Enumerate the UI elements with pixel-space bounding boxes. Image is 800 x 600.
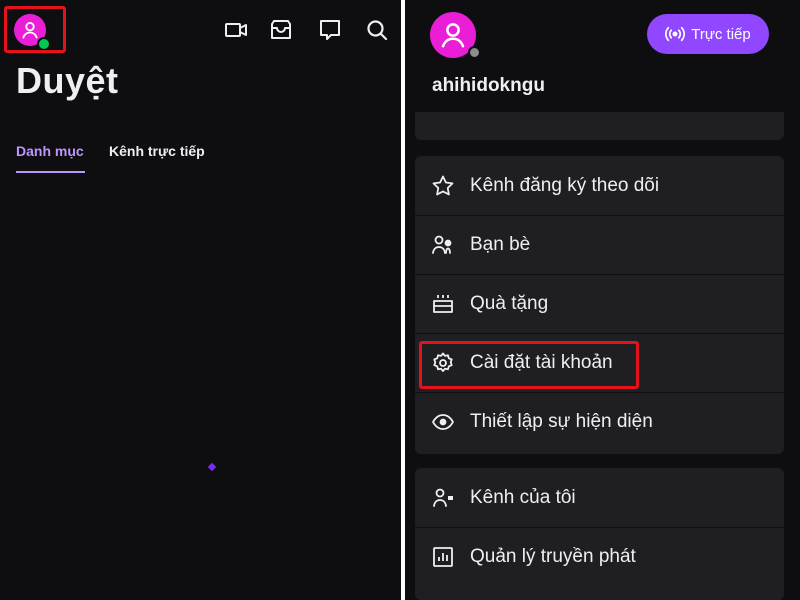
eye-icon bbox=[432, 414, 454, 430]
friends-icon bbox=[432, 235, 452, 254]
chat-icon[interactable] bbox=[318, 18, 342, 42]
inbox-icon[interactable] bbox=[269, 18, 293, 42]
search-icon[interactable] bbox=[365, 18, 389, 42]
go-live-button[interactable]: Trực tiếp bbox=[647, 14, 769, 54]
menu-label: Kênh của tôi bbox=[470, 487, 576, 508]
gift-icon bbox=[433, 295, 453, 313]
profile-avatar-highlight bbox=[4, 6, 66, 53]
my-channel-icon bbox=[433, 488, 453, 507]
menu-item-my-channel[interactable]: Kênh của tôi bbox=[415, 469, 784, 527]
menu-card-channel: Kênh của tôi Quản lý truyền phát bbox=[415, 468, 784, 600]
menu-label: Quản lý truyền phát bbox=[470, 546, 636, 567]
menu-label: Thiết lập sự hiện diện bbox=[470, 411, 653, 432]
video-icon[interactable] bbox=[224, 18, 248, 42]
menu-item-followed-channels[interactable]: Kênh đăng ký theo dõi bbox=[415, 157, 784, 215]
profile-header-card bbox=[415, 112, 784, 140]
dashboard-icon bbox=[433, 547, 453, 567]
go-live-label: Trực tiếp bbox=[691, 25, 751, 43]
menu-item-gifts[interactable]: Quà tặng bbox=[415, 275, 784, 333]
star-icon bbox=[432, 175, 454, 196]
menu-item-stream-manager[interactable]: Quản lý truyền phát bbox=[415, 528, 784, 586]
tab-categories[interactable]: Danh mục bbox=[16, 143, 84, 159]
menu-label: Bạn bè bbox=[470, 234, 531, 255]
tab-live-channels[interactable]: Kênh trực tiếp bbox=[109, 143, 205, 159]
page-title: Duyệt bbox=[16, 60, 119, 101]
menu-label: Kênh đăng ký theo dõi bbox=[470, 175, 660, 196]
menu-label: Quà tặng bbox=[470, 293, 549, 314]
browse-screen: Duyệt Danh mục Kênh trực tiếp bbox=[0, 0, 401, 600]
active-tab-indicator bbox=[16, 171, 85, 173]
offline-status-dot bbox=[468, 46, 481, 59]
menu-item-friends[interactable]: Bạn bè bbox=[415, 216, 784, 274]
menu-item-presence-settings[interactable]: Thiết lập sự hiện diện bbox=[415, 393, 784, 451]
menu-card-main: Kênh đăng ký theo dõi Bạn bè Quà tặng Cà… bbox=[415, 156, 784, 454]
account-settings-highlight bbox=[419, 341, 639, 389]
profile-menu-screen: Trực tiếp ahihidokngu Kênh đăng ký theo … bbox=[405, 0, 800, 600]
loading-spinner bbox=[207, 462, 217, 472]
user-icon bbox=[441, 23, 465, 48]
username: ahihidokngu bbox=[432, 75, 545, 96]
broadcast-icon bbox=[665, 26, 686, 42]
